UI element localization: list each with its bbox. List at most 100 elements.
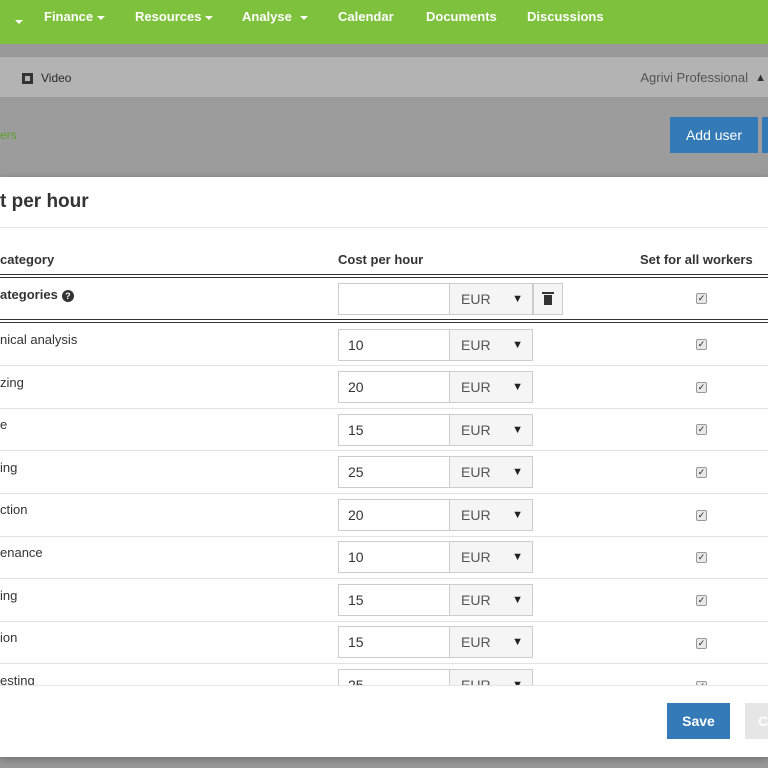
- save-button[interactable]: Save: [667, 703, 730, 739]
- set-all-checkbox[interactable]: ✓: [696, 424, 707, 435]
- cost-input[interactable]: 15: [338, 626, 450, 658]
- nav-item-discussions[interactable]: Discussions: [527, 9, 604, 24]
- user-icon[interactable]: ▲: [755, 72, 766, 84]
- currency-select[interactable]: EUR ▼: [449, 371, 533, 403]
- set-all-checkbox[interactable]: ✓: [696, 552, 707, 563]
- page-header: [0, 97, 768, 177]
- divider: [0, 536, 768, 537]
- row-label: esting: [0, 673, 35, 685]
- currency-value: EUR: [461, 337, 491, 353]
- nav-item-analyse[interactable]: Analyse: [242, 9, 308, 24]
- nav-item-finance[interactable]: Finance: [44, 9, 106, 24]
- currency-value: EUR: [461, 592, 491, 608]
- cost-input[interactable]: 20: [338, 499, 450, 531]
- currency-select[interactable]: EUR ▼: [449, 329, 533, 361]
- modal-body[interactable]: category Cost per hour Set for all worke…: [0, 177, 768, 685]
- currency-value: EUR: [461, 291, 491, 307]
- divider: [0, 274, 768, 278]
- caret-down-icon: ▼: [512, 594, 523, 606]
- chevron-down-icon: [97, 15, 106, 20]
- video-link[interactable]: Video: [22, 71, 71, 85]
- set-all-checkbox[interactable]: ✓: [696, 595, 707, 606]
- cost-input[interactable]: 20: [338, 371, 450, 403]
- currency-select[interactable]: EUR ▼: [449, 499, 533, 531]
- cancel-button[interactable]: C: [745, 703, 768, 739]
- row-label: zing: [0, 375, 24, 390]
- currency-select[interactable]: EUR ▼: [449, 669, 533, 685]
- currency-select[interactable]: EUR ▼: [449, 456, 533, 488]
- row-label: nical analysis: [0, 332, 78, 347]
- video-label: Video: [41, 71, 72, 85]
- row-label: ategories: [0, 287, 58, 302]
- divider: [0, 685, 768, 686]
- divider: [0, 319, 768, 323]
- row-label: e: [0, 417, 8, 432]
- extra-button[interactable]: [762, 117, 768, 153]
- cost-input[interactable]: 25: [338, 669, 450, 685]
- currency-select[interactable]: EUR ▼: [449, 541, 533, 573]
- set-all-checkbox[interactable]: ✓: [696, 339, 707, 350]
- delete-button[interactable]: [533, 283, 563, 315]
- all-categories-cost-input[interactable]: [338, 283, 450, 315]
- film-icon: [22, 72, 33, 84]
- cost-per-hour-modal: t per hour category Cost per hour Set fo…: [0, 177, 768, 757]
- currency-select[interactable]: EUR ▼: [449, 584, 533, 616]
- cost-input[interactable]: 15: [338, 584, 450, 616]
- set-all-checkbox[interactable]: ✓: [696, 510, 707, 521]
- chevron-down-icon[interactable]: [15, 20, 23, 24]
- currency-value: EUR: [461, 549, 491, 565]
- caret-down-icon: ▼: [512, 636, 523, 648]
- caret-down-icon: ▼: [512, 466, 523, 478]
- currency-value: EUR: [461, 677, 491, 685]
- nav-item-documents[interactable]: Documents: [426, 9, 497, 24]
- divider: [0, 621, 768, 622]
- row-label: ction: [0, 502, 28, 517]
- all-categories-label: ategories?: [0, 287, 74, 302]
- currency-select[interactable]: EUR ▼: [449, 626, 533, 658]
- divider: [0, 450, 768, 451]
- plan-label: Agrivi Professional: [640, 70, 748, 85]
- row-label: ion: [0, 630, 18, 645]
- divider: [0, 663, 768, 664]
- caret-down-icon: ▼: [512, 381, 523, 393]
- currency-value: EUR: [461, 464, 491, 480]
- top-navigation: Finance Resources Analyse Calendar Docum…: [0, 0, 768, 44]
- divider: [0, 365, 768, 366]
- nav-item-label: Analyse: [242, 9, 292, 24]
- nav-item-label: Resources: [135, 9, 202, 24]
- all-categories-checkbox[interactable]: ✓: [696, 293, 707, 304]
- caret-down-icon: ▼: [512, 339, 523, 351]
- currency-value: EUR: [461, 422, 491, 438]
- caret-down-icon: ▼: [512, 509, 523, 521]
- nav-item-calendar[interactable]: Calendar: [338, 9, 394, 24]
- row-label: ing: [0, 460, 18, 475]
- breadcrumb[interactable]: ers: [0, 128, 17, 142]
- nav-item-label: Finance: [44, 9, 94, 24]
- column-header-category: category: [0, 252, 55, 267]
- currency-value: EUR: [461, 634, 491, 650]
- set-all-checkbox[interactable]: ✓: [696, 467, 707, 478]
- add-user-button[interactable]: Add user: [670, 117, 758, 153]
- cost-input[interactable]: 25: [338, 456, 450, 488]
- cost-input[interactable]: 10: [338, 541, 450, 573]
- currency-select[interactable]: EUR ▼: [449, 414, 533, 446]
- all-categories-currency-select[interactable]: EUR ▼: [449, 283, 533, 315]
- chevron-down-icon: [299, 15, 308, 20]
- divider: [0, 493, 768, 494]
- cost-input[interactable]: 15: [338, 414, 450, 446]
- set-all-checkbox[interactable]: ✓: [696, 638, 707, 649]
- currency-value: EUR: [461, 379, 491, 395]
- column-header-all-workers: Set for all workers: [640, 252, 753, 267]
- set-all-checkbox[interactable]: ✓: [696, 382, 707, 393]
- trash-icon: [542, 292, 554, 305]
- row-label: enance: [0, 545, 43, 560]
- cost-input[interactable]: 10: [338, 329, 450, 361]
- sub-navigation: Video Agrivi Professional ▲: [0, 57, 768, 97]
- column-header-cost: Cost per hour: [338, 252, 424, 267]
- caret-down-icon: ▼: [512, 424, 523, 436]
- currency-value: EUR: [461, 507, 491, 523]
- chevron-down-icon: [205, 15, 214, 20]
- caret-down-icon: ▼: [512, 293, 523, 305]
- help-icon[interactable]: ?: [61, 289, 74, 302]
- nav-item-resources[interactable]: Resources: [135, 9, 214, 24]
